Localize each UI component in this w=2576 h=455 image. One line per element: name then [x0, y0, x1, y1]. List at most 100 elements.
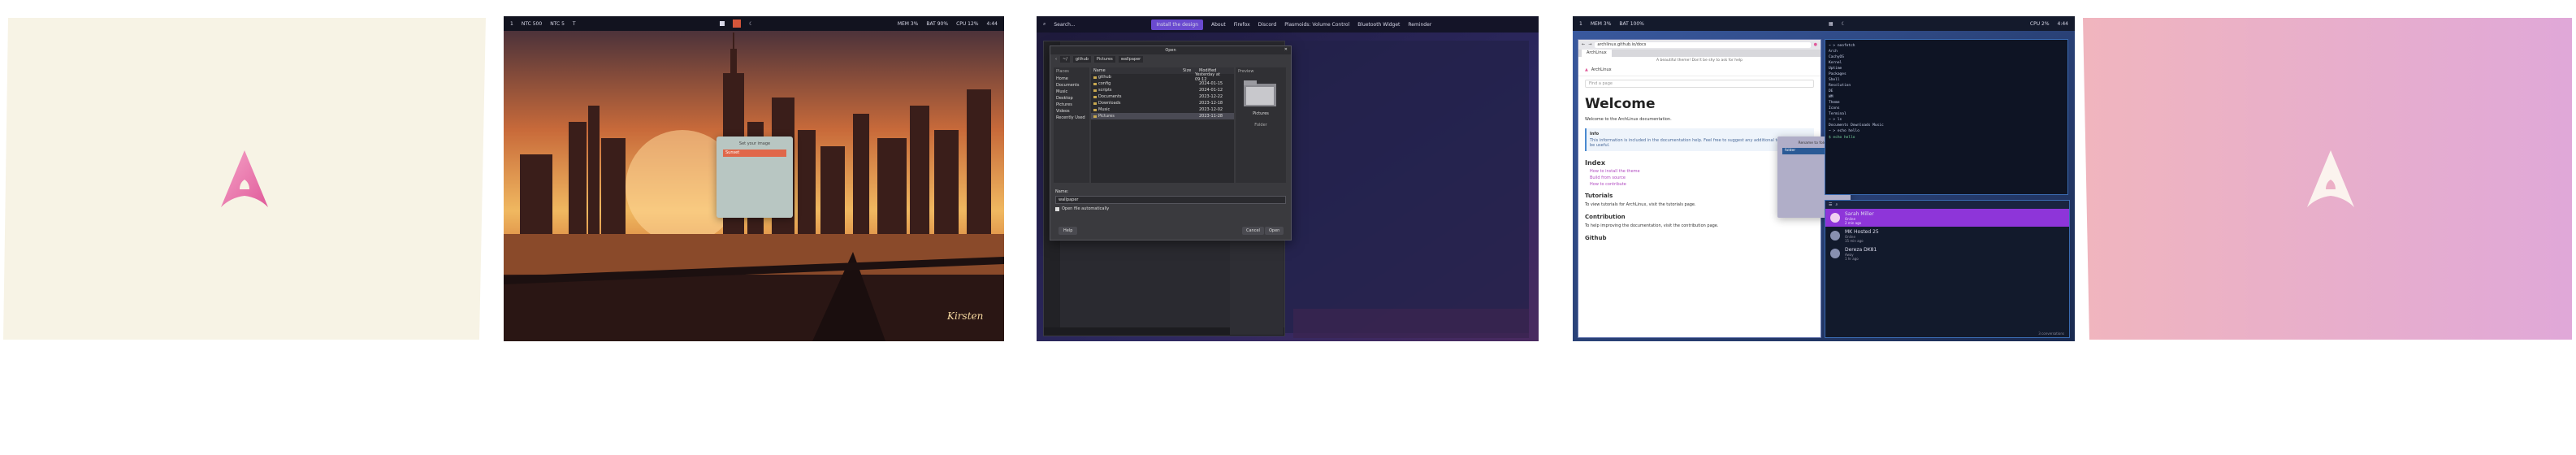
- contribution-text: To help improving the documentation, vis…: [1585, 223, 1719, 228]
- file-row[interactable]: Music 2023-12-02: [1091, 106, 1234, 113]
- terminal-window[interactable]: ~ > neofetch Arch CachyOS Kernel Uptime Packa…: [1825, 39, 2068, 195]
- place-desktop[interactable]: Desktop: [1054, 95, 1089, 102]
- close-icon[interactable]: ✕: [1284, 47, 1288, 52]
- page-title: Welcome: [1585, 96, 1656, 112]
- help-button[interactable]: Help: [1059, 227, 1078, 235]
- file-modified: 2023-12-18: [1199, 101, 1223, 106]
- terminal-prompt[interactable]: $ echo hello: [1829, 136, 2064, 140]
- url-bar[interactable]: archlinux.github.io/docs: [1595, 41, 1811, 48]
- file-modified: 2024-01-12: [1199, 88, 1223, 93]
- mem-status: MEM 3%: [1590, 20, 1612, 27]
- contact-time: 1 hr ago: [1845, 256, 1859, 261]
- menu-icon[interactable]: ☰: [1829, 202, 1832, 207]
- file-row[interactable]: github Yesterday at 09:12: [1091, 72, 1234, 82]
- install-button[interactable]: Install the design: [1151, 19, 1204, 30]
- path-home[interactable]: ~/: [1060, 56, 1070, 63]
- file-row[interactable]: config 2024-01-15: [1091, 80, 1234, 87]
- preview-pane: Preview Pictures Folder: [1236, 67, 1286, 183]
- file-row[interactable]: Documents 2023-12-22: [1091, 93, 1234, 100]
- path-wallpaper[interactable]: wallpaper: [1118, 56, 1144, 63]
- clock: 4:44: [2057, 20, 2068, 27]
- reminder-item[interactable]: Reminder: [1408, 22, 1431, 28]
- clock: 4:44: [986, 20, 998, 27]
- top-bar: 1 NTC 500 NTC 5 T ☾ MEM 3% BAT 90% CPU 1…: [504, 16, 1004, 31]
- back-icon[interactable]: ←: [1582, 42, 1585, 47]
- terminal-line: Uptime: [1829, 67, 1842, 71]
- workspace-indicator[interactable]: 1: [510, 21, 513, 27]
- path-bar: ‹ ~/ github Pictures wallpaper: [1050, 54, 1291, 64]
- site-header: ▲ ArchLinux: [1578, 64, 1821, 76]
- moon-icon[interactable]: ☾: [1842, 21, 1846, 27]
- contact-time: 15 min ago: [1845, 238, 1864, 243]
- auto-open-checkbox[interactable]: [1055, 206, 1059, 211]
- desktop-sunset: 1 NTC 500 NTC 5 T ☾ MEM 3% BAT 90% CPU 1…: [504, 16, 1004, 341]
- terminal-line: Theme: [1829, 101, 1840, 105]
- site-name[interactable]: ArchLinux: [1591, 67, 1612, 72]
- terminal-line: Terminal: [1829, 112, 1846, 116]
- back-icon[interactable]: ‹: [1055, 57, 1057, 62]
- open-button[interactable]: Open: [1265, 227, 1284, 235]
- close-icon[interactable]: ●: [1814, 42, 1817, 47]
- bluetooth-item[interactable]: Bluetooth Widget: [1357, 22, 1400, 28]
- dialog-title: Open: [1165, 48, 1176, 53]
- folder-icon: [1093, 89, 1097, 92]
- file-row[interactable]: scripts 2024-01-12: [1091, 87, 1234, 93]
- terminal-line: DE: [1829, 89, 1834, 93]
- launcher-search[interactable]: Search...: [1054, 22, 1143, 28]
- contact-item[interactable]: Sarah Miller Online 2 min ago: [1825, 209, 2069, 227]
- tab-archlinux[interactable]: ArchLinux: [1582, 50, 1612, 57]
- firefox-item[interactable]: Firefox: [1234, 22, 1250, 28]
- mem-status: MEM 3%: [897, 20, 919, 27]
- top-bar: 1 MEM 3% BAT 100% ▦ ☾ CPU 2% 4:44: [1573, 16, 2075, 31]
- battery-status: BAT 90%: [926, 20, 949, 27]
- place-videos[interactable]: Videos: [1054, 108, 1089, 115]
- avatar: [1830, 213, 1840, 223]
- place-pictures[interactable]: Pictures: [1054, 102, 1089, 108]
- contact-info: Dereza DK81 Away 1 hr ago: [1845, 247, 1877, 261]
- about-item[interactable]: About: [1211, 22, 1226, 28]
- cancel-button[interactable]: Cancel: [1242, 227, 1264, 235]
- cpu-status: CPU 12%: [956, 20, 979, 27]
- search-icon[interactable]: ⌕: [1835, 202, 1838, 207]
- forward-icon[interactable]: →: [1588, 42, 1591, 47]
- file-row[interactable]: Downloads 2023-12-18: [1091, 100, 1234, 106]
- place-music[interactable]: Music: [1054, 89, 1089, 95]
- terminal-line: Arch: [1829, 50, 1838, 54]
- chat-toolbar: ☰ ⌕: [1825, 201, 2069, 209]
- net-indicator: NTC 500: [521, 20, 543, 27]
- contact-item[interactable]: MK Hosted 25 Online 15 min ago: [1825, 227, 2069, 245]
- place-documents[interactable]: Documents: [1054, 82, 1089, 89]
- file-rows: github Yesterday at 09:12 config 2024-01-15…: [1091, 72, 1234, 119]
- file-list: Name Size Modified github Yesterday at 09…: [1091, 67, 1234, 183]
- intro-text: Welcome to the ArchLinux documentation.: [1585, 117, 1672, 122]
- file-modified: 2023-12-02: [1199, 107, 1223, 112]
- places-header: Places: [1056, 69, 1069, 74]
- volume-item[interactable]: Plasmoids: Volume Control: [1284, 22, 1349, 28]
- auto-open-label: Open file automatically: [1062, 206, 1110, 211]
- avatar: [1830, 249, 1840, 258]
- chat-footer: 3 conversations: [2038, 332, 2064, 336]
- place-home[interactable]: Home: [1054, 76, 1089, 82]
- dialog-input[interactable]: Sunset: [723, 150, 786, 157]
- contact-item[interactable]: Dereza DK81 Away 1 hr ago: [1825, 245, 2069, 262]
- apps-icon[interactable]: ▦: [1829, 21, 1834, 27]
- place-recent[interactable]: Recently Used: [1054, 115, 1089, 121]
- path-pictures[interactable]: Pictures: [1093, 56, 1115, 63]
- terminal-line: ~ > ls: [1829, 118, 1842, 122]
- contact-name: Dereza DK81: [1845, 246, 1877, 253]
- file-row[interactable]: Pictures 2023-11-28: [1091, 113, 1234, 119]
- file-name: scripts: [1098, 88, 1112, 93]
- col-name[interactable]: Name: [1093, 68, 1183, 73]
- filename-input[interactable]: wallpaper: [1055, 196, 1286, 204]
- moon-icon[interactable]: ☾: [749, 21, 753, 27]
- apps-icon[interactable]: [720, 21, 725, 26]
- search-icon[interactable]: ⌕: [1043, 21, 1046, 28]
- places-sidebar: Places Home Documents Music Desktop Pict…: [1054, 67, 1089, 183]
- active-workspace-icon[interactable]: [733, 20, 741, 28]
- site-search[interactable]: Find a page: [1585, 80, 1814, 88]
- workspace-indicator[interactable]: 1: [1579, 21, 1582, 27]
- discord-item[interactable]: Discord: [1258, 22, 1277, 28]
- path-github[interactable]: github: [1072, 56, 1091, 63]
- arch-logo-pink-icon: [221, 150, 268, 207]
- desktop-browser: 1 MEM 3% BAT 100% ▦ ☾ CPU 2% 4:44 ← → ar…: [1573, 16, 2075, 341]
